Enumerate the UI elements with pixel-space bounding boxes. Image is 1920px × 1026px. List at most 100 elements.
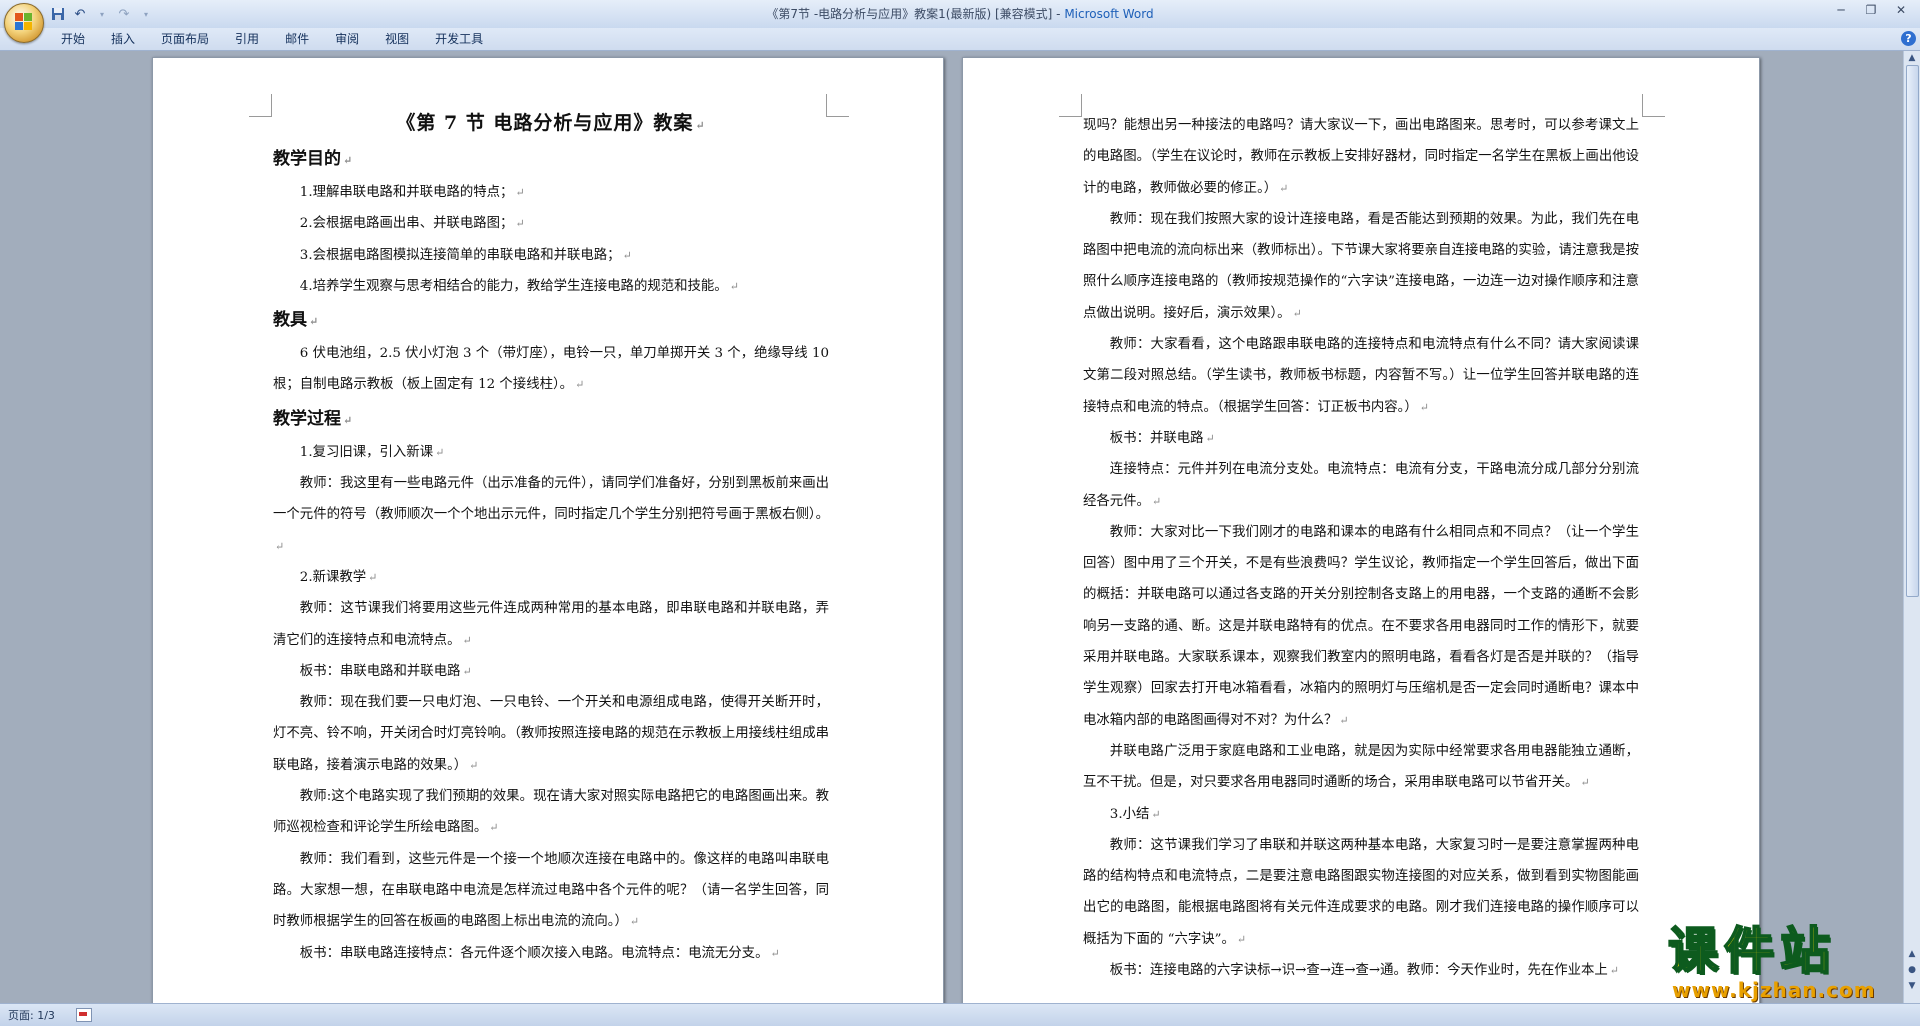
close-icon[interactable]: ✕ (1886, 0, 1916, 20)
browse-object-icon[interactable]: ● (1905, 963, 1919, 977)
paragraph-mark-icon: ↵ (1151, 494, 1162, 508)
restore-icon[interactable]: ❐ (1856, 0, 1886, 20)
office-logo-icon (15, 13, 33, 31)
scroll-up-icon[interactable]: ▲ (1905, 51, 1919, 65)
window-title: 《第7节 -电路分析与应用》教案1(最新版) [兼容模式] - Microsof… (766, 7, 1154, 21)
tab-insert[interactable]: 插入 (98, 28, 148, 50)
paragraph: 4.培养学生观察与思考相结合的能力，教给学生连接电路的规范和技能。 ↵ (273, 271, 829, 302)
kjzhan-watermark-logo: 课件站 www.kjzhan.com (1667, 922, 1904, 1006)
paragraph-text: 教师：大家看看，这个电路跟串联电路的连接特点和电流特点有什么不同？请大家阅读课文… (1083, 337, 1639, 415)
crop-mark (1059, 94, 1082, 117)
document-page-1[interactable]: 《第 7 节 电路分析与应用》教案 ↵ 教学目的 ↵ 1.理解串联电路和并联电路的特点… (152, 57, 944, 1003)
tab-view[interactable]: 视图 (372, 28, 422, 50)
paragraph-mark-icon: ↵ (435, 445, 445, 459)
tab-references[interactable]: 引用 (222, 28, 272, 50)
paragraph: 教师：这节课我们学习了串联和并联这两种基本电路，大家复习时一是要注意掌握两种电路… (1083, 830, 1639, 955)
paragraph-text: 教师：这节课我们学习了串联和并联这两种基本电路，大家复习时一是要注意掌握两种电路… (1083, 837, 1639, 947)
paragraph-mark-icon: ↵ (489, 821, 499, 835)
paragraph-mark-icon: ↵ (515, 186, 525, 199)
status-bar: 页面: 1/3 (0, 1003, 1920, 1026)
document-page-2[interactable]: 现吗？能想出另一种接法的电路吗？请大家议一下，画出电路图来。思考时，可以参考课文… (962, 57, 1760, 1003)
minimize-icon[interactable]: ─ (1826, 0, 1856, 20)
paragraph-mark-icon: ↵ (1339, 713, 1349, 727)
next-page-icon[interactable]: ▼ (1905, 979, 1919, 993)
help-icon[interactable]: ? (1901, 31, 1916, 46)
paragraph: 板书：并联电路 ↵ (1083, 423, 1639, 454)
crop-mark (1642, 94, 1665, 117)
paragraph-mark-icon: ↵ (1609, 964, 1620, 978)
paragraph-text: 2.会根据电路画出串、并联电路图； (299, 216, 514, 232)
page-2-content: 现吗？能想出另一种接法的电路吗？请大家议一下，画出电路图来。思考时，可以参考课文… (1083, 110, 1639, 986)
paragraph-mark-icon: ↵ (1205, 431, 1215, 445)
paragraph-text: 教师：我这里有一些电路元件（出示准备的元件），请同学们准备好，分别到黑板前来画出… (273, 476, 829, 523)
title-bar: ↶ ▾ ↷ ▾ 《第7节 -电路分析与应用》教案1(最新版) [兼容模式] - … (0, 0, 1920, 29)
paragraph-text: 板书：并联电路 (1109, 430, 1204, 446)
paragraph-mark-icon: ↵ (1151, 807, 1161, 821)
paragraph-text: 板书：串联电路连接特点：各元件逐个顺次接入电路。电流特点：电流无分支。 (299, 945, 769, 961)
paragraph: 连接特点：元件并列在电流分支处。电流特点：电流有分支，干路电流分成几部分分别流经… (1083, 454, 1639, 517)
paragraph-text: 并联电路广泛用于家庭电路和工业电路，就是因为实际中经常要求各用电器能独立通断，互… (1083, 743, 1639, 791)
crop-mark (249, 94, 272, 117)
window-controls: ─ ❐ ✕ (1826, 0, 1916, 20)
previous-page-icon[interactable]: ▲ (1905, 947, 1919, 961)
paragraph-text: 教师：大家对比一下我们刚才的电路和课本的电路有什么相同点和不同点？（让一个学生回… (1083, 524, 1639, 728)
proofing-icon[interactable] (76, 1008, 92, 1022)
paragraph-text: 教师：我们看到，这些元件是一个接一个地顺次连接在电路中的。像这样的电路叫串联电路… (273, 851, 829, 930)
tab-mailings[interactable]: 邮件 (272, 28, 322, 50)
paragraph-mark-icon: ↵ (629, 915, 640, 929)
watermark-title: 课件站 (1667, 922, 1836, 980)
paragraph: 6 伏电池组，2.5 伏小灯泡 3 个（带灯座），电铃一只，单刀单掷开关 3 个… (273, 338, 829, 401)
paragraph-mark-icon: ↵ (622, 248, 632, 262)
document-title: 《第 7 节 电路分析与应用》教案 ↵ (396, 112, 706, 134)
paragraph: 教师：现在我们要一只电灯泡、一只电铃、一个开关和电源组成电路，使得开关断开时，灯… (273, 687, 829, 781)
paragraph-mark-icon: ↵ (575, 378, 585, 392)
office-button[interactable] (4, 3, 44, 43)
paragraph: 教师:这个电路实现了我们预期的效果。现在请大家对照实际电路把它的电路图画出来。教… (273, 781, 829, 844)
paragraph-mark-icon: ↵ (729, 279, 739, 293)
paragraph-mark-icon: ↵ (1419, 400, 1429, 414)
paragraph-text: 教学目的 (273, 149, 341, 169)
page-count[interactable]: 页面: 1/3 (8, 1007, 55, 1023)
vertical-scrollbar[interactable]: ▲ ▲ ● ▼ (1903, 51, 1920, 1003)
tab-developer[interactable]: 开发工具 (422, 28, 496, 50)
paragraph-mark-icon: ↵ (462, 664, 472, 678)
paragraph: 3.小结 ↵ (1083, 799, 1639, 830)
page-1-blocks: 教学目的 ↵ 1.理解串联电路和并联电路的特点； ↵ 2.会根据电路画出串、并联电路图；… (273, 145, 829, 969)
paragraph-text: 教具 (273, 310, 307, 331)
paragraph-mark-icon: ↵ (1580, 776, 1590, 790)
page-1-content: 《第 7 节 电路分析与应用》教案 ↵ 教学目的 ↵ 1.理解串联电路和并联电路的特点… (273, 102, 829, 969)
paragraph: 并联电路广泛用于家庭电路和工业电路，就是因为实际中经常要求各用电器能独立通断，互… (1083, 736, 1639, 799)
paragraph-mark-icon: ↵ (368, 570, 378, 584)
paragraph-mark-icon: ↵ (469, 758, 479, 772)
paragraph: 教师：我们看到，这些元件是一个接一个地顺次连接在电路中的。像这样的电路叫串联电路… (273, 844, 829, 938)
section-heading: 教学过程 ↵ (273, 405, 829, 433)
paragraph: 教师：这节课我们将要用这些元件连成两种常用的基本电路，即串联电路和并联电路，弄清… (273, 593, 829, 656)
paragraph-text: 板书：连接电路的六字诀标→识→查→连→查→通。教师：今天作业时，先在作业本上 (1109, 963, 1608, 979)
paragraph-text: 现吗？能想出另一种接法的电路吗？请大家议一下，画出电路图来。思考时，可以参考课文… (1083, 118, 1639, 196)
paragraph-mark-icon: ↵ (275, 539, 285, 553)
paragraph: 2.新课教学 ↵ (273, 562, 829, 593)
ribbon-tab-bar: 开始 插入 页面布局 引用 邮件 审阅 视图 开发工具 ? (0, 28, 1920, 51)
paragraph-text: 1.理解串联电路和并联电路的特点； (299, 185, 514, 200)
paragraph: 板书：连接电路的六字诀标→识→查→连→查→通。教师：今天作业时，先在作业本上 ↵ (1083, 955, 1639, 986)
paragraph: 教师：大家对比一下我们刚才的电路和课本的电路有什么相同点和不同点？（让一个学生回… (1083, 517, 1639, 736)
paragraph-text: 连接特点：元件并列在电流分支处。电流特点：电流有分支，干路电流分成几部分分别流经… (1083, 462, 1639, 509)
paragraph: 3.会根据电路图模拟连接简单的串联电路和并联电路； ↵ (273, 240, 829, 271)
paragraph: 1.理解串联电路和并联电路的特点； ↵ (273, 177, 829, 208)
tab-home[interactable]: 开始 (48, 28, 98, 50)
paragraph-text: 3.小结 (1109, 806, 1150, 822)
paragraph-text: 2.新课教学 (299, 569, 367, 585)
page-2-blocks: 现吗？能想出另一种接法的电路吗？请大家议一下，画出电路图来。思考时，可以参考课文… (1083, 110, 1639, 986)
paragraph-text: 教师：现在我们按照大家的设计连接电路，看是否能达到预期的效果。为此，我们先在电路… (1083, 211, 1639, 321)
scroll-thumb[interactable] (1906, 65, 1919, 597)
paragraph-text: 教师：现在我们要一只电灯泡、一只电铃、一个开关和电源组成电路，使得开关断开时，灯… (273, 695, 829, 773)
paragraph-mark-icon: ↵ (462, 633, 472, 647)
paragraph: 现吗？能想出另一种接法的电路吗？请大家议一下，画出电路图来。思考时，可以参考课文… (1083, 110, 1639, 204)
paragraph: 1.复习旧课，引入新课 ↵ (273, 437, 829, 468)
paragraph-mark-icon: ↵ (770, 946, 780, 960)
tab-page-layout[interactable]: 页面布局 (148, 28, 222, 50)
document-area[interactable]: 《第 7 节 电路分析与应用》教案 ↵ 教学目的 ↵ 1.理解串联电路和并联电路的特点… (0, 51, 1904, 1003)
tab-review[interactable]: 审阅 (322, 28, 372, 50)
paragraph: 教师：现在我们按照大家的设计连接电路，看是否能达到预期的效果。为此，我们先在电路… (1083, 204, 1639, 329)
paragraph-text: 4.培养学生观察与思考相结合的能力，教给学生连接电路的规范和技能。 (299, 278, 728, 294)
